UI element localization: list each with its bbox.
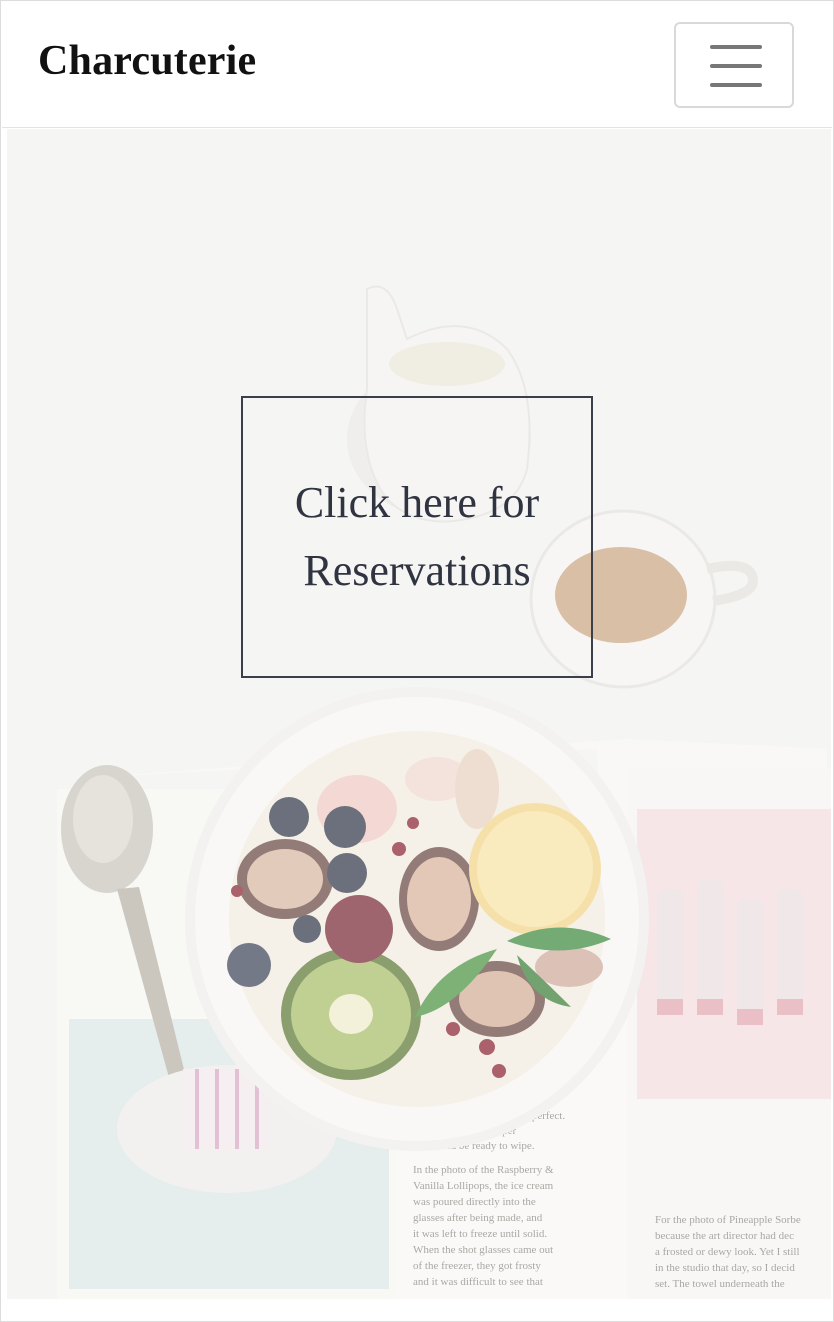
browser-viewport: Charcuterie towel and be ready to wipe. …: [0, 0, 834, 1322]
navbar-toggle-button[interactable]: [674, 22, 794, 108]
hamburger-bar: [710, 83, 762, 87]
hamburger-bar: [710, 64, 762, 68]
page-bottom: [2, 1299, 832, 1321]
reservations-label: Click here for Reservations: [294, 478, 540, 595]
hamburger-menu-icon: [710, 45, 762, 49]
brand-logo[interactable]: Charcuterie: [38, 40, 256, 82]
hero-image: ; it then it's perfect. itself with a pa…: [7, 129, 831, 1299]
image-overlay: [7, 129, 831, 1299]
reservations-button[interactable]: Click here for Reservations: [241, 396, 593, 678]
navbar: Charcuterie: [2, 2, 832, 128]
